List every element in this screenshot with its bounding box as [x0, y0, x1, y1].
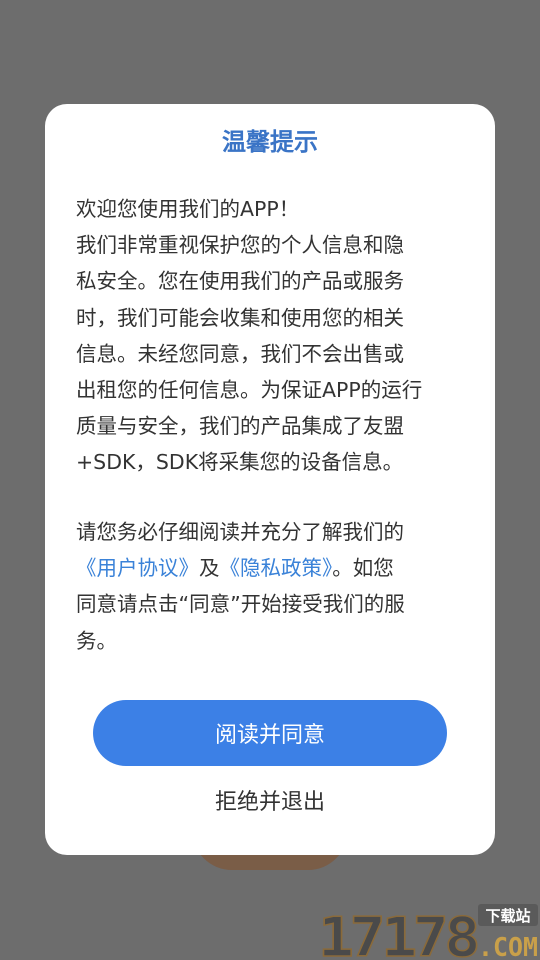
privacy-notice-paragraph: 欢迎您使用我们的APP！ 我们非常重视保护您的个人信息和隐 私安全。您在使用我们的产…	[76, 191, 471, 481]
agreement-line: 务。	[76, 628, 117, 653]
and-text: 及	[199, 556, 220, 581]
notice-line: 质量与安全，我们的产品集成了友盟	[76, 414, 404, 439]
notice-line: 我们非常重视保护您的个人信息和隐	[76, 233, 404, 258]
watermark-domain: .COM	[478, 933, 538, 960]
notice-line: 时，我们可能会收集和使用您的相关	[76, 305, 404, 330]
agreement-line: 请您务必仔细阅读并充分了解我们的	[76, 520, 404, 544]
notice-line: 信息。未经您同意，我们不会出售或	[76, 341, 404, 366]
user-agreement-link[interactable]: 《用户协议》	[76, 556, 199, 580]
watermark-number: 17178	[318, 906, 478, 960]
dialog-title: 温馨提示	[222, 128, 318, 156]
notice-line: +SDK，SDK将采集您的设备信息。	[76, 450, 404, 475]
site-watermark-logo: 17178 下载站 .COM	[318, 904, 538, 960]
notice-line: 私安全。您在使用我们的产品或服务	[76, 269, 404, 294]
privacy-policy-link[interactable]: 《隐私政策》	[220, 556, 333, 580]
agreement-line: 同意请点击“同意”开始接受我们的服	[76, 592, 405, 617]
agreement-paragraph: 请您务必仔细阅读并充分了解我们的 《用户协议》及《隐私政策》。如您同意请点击“同意…	[76, 514, 471, 659]
watermark-tag: 下载站	[485, 907, 530, 925]
notice-line: 欢迎您使用我们的APP！	[76, 197, 300, 221]
agreement-line-tail: 。如您	[332, 556, 394, 581]
reject-exit-button[interactable]: 拒绝并退出	[170, 780, 370, 820]
notice-line: 出租您的任何信息。为保证APP的运行	[76, 378, 423, 403]
agree-button[interactable]: 阅读并同意	[93, 700, 447, 766]
